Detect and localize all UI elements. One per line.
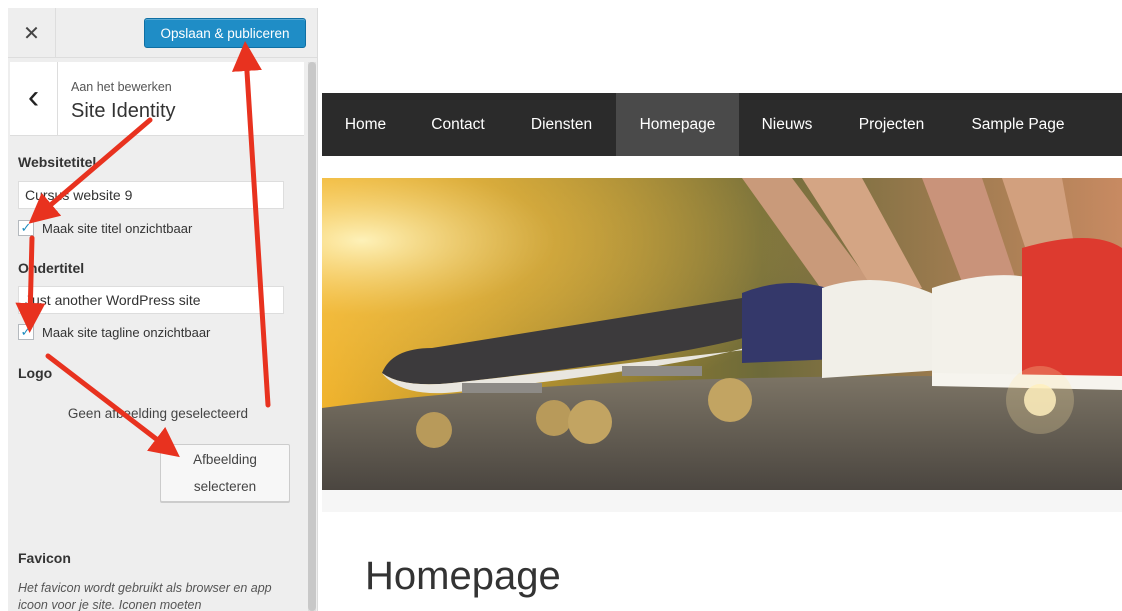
save-publish-button[interactable]: Opslaan & publiceren <box>144 18 306 48</box>
favicon-description: Het favicon wordt gebruikt als browser e… <box>18 581 272 611</box>
nav-item-home[interactable]: Home <box>322 93 409 156</box>
nav-item-sample-page[interactable]: Sample Page <box>948 93 1088 156</box>
hide-title-label: Maak site titel onzichtbaar <box>42 220 193 236</box>
checkmark-icon: ✓ <box>20 220 32 235</box>
close-icon: ✕ <box>23 22 40 45</box>
site-navigation-menu: Home Contact Diensten Homepage Nieuws Pr… <box>322 93 1122 156</box>
customizer-sidebar: ✕ Opslaan & publiceren ‹ Aan het bewerke… <box>8 8 318 611</box>
nav-item-nieuws[interactable]: Nieuws <box>739 93 835 156</box>
hero-illustration <box>322 178 1122 490</box>
tagline-input[interactable] <box>18 286 284 314</box>
screen: ✕ Opslaan & publiceren ‹ Aan het bewerke… <box>0 0 1122 611</box>
close-customizer-button[interactable]: ✕ <box>8 8 56 58</box>
site-title-label: Websitetitel <box>18 154 97 170</box>
select-image-button[interactable]: Afbeelding selecteren <box>160 444 290 502</box>
nav-item-contact[interactable]: Contact <box>409 93 507 156</box>
chevron-left-icon: ‹ <box>27 78 40 116</box>
hide-title-checkbox[interactable]: ✓ <box>18 220 34 236</box>
content-divider <box>322 490 1122 512</box>
tagline-label: Ondertitel <box>18 260 85 276</box>
select-image-label-line1: Afbeelding <box>193 452 257 467</box>
select-image-label-line2: selecteren <box>193 479 257 494</box>
hide-tagline-row: ✓ Maak site tagline onzichtbaar <box>18 324 210 340</box>
page-title: Homepage <box>365 554 561 598</box>
nav-item-projecten[interactable]: Projecten <box>835 93 948 156</box>
logo-label: Logo <box>18 365 53 381</box>
hide-tagline-checkbox[interactable]: ✓ <box>18 324 34 340</box>
favicon-label: Favicon <box>18 550 71 566</box>
section-title: Site Identity <box>71 100 176 122</box>
section-subtitle: Aan het bewerken <box>71 80 172 94</box>
hide-tagline-label: Maak site tagline onzichtbaar <box>42 324 211 340</box>
hero-image-skateboard <box>322 178 1122 490</box>
section-header: ‹ Aan het bewerken Site Identity <box>10 62 304 136</box>
hide-title-row: ✓ Maak site titel onzichtbaar <box>18 220 192 236</box>
sidebar-scrollbar-thumb[interactable] <box>308 62 316 611</box>
nav-item-homepage[interactable]: Homepage <box>616 93 739 156</box>
site-preview: Home Contact Diensten Homepage Nieuws Pr… <box>319 8 1122 611</box>
site-title-input[interactable] <box>18 181 284 209</box>
checkmark-icon: ✓ <box>20 324 32 339</box>
nav-item-diensten[interactable]: Diensten <box>507 93 616 156</box>
back-button[interactable]: ‹ <box>10 62 58 136</box>
customizer-topbar: ✕ Opslaan & publiceren <box>8 8 317 58</box>
no-image-selected-text: Geen afbeelding geselecteerd <box>67 406 249 421</box>
